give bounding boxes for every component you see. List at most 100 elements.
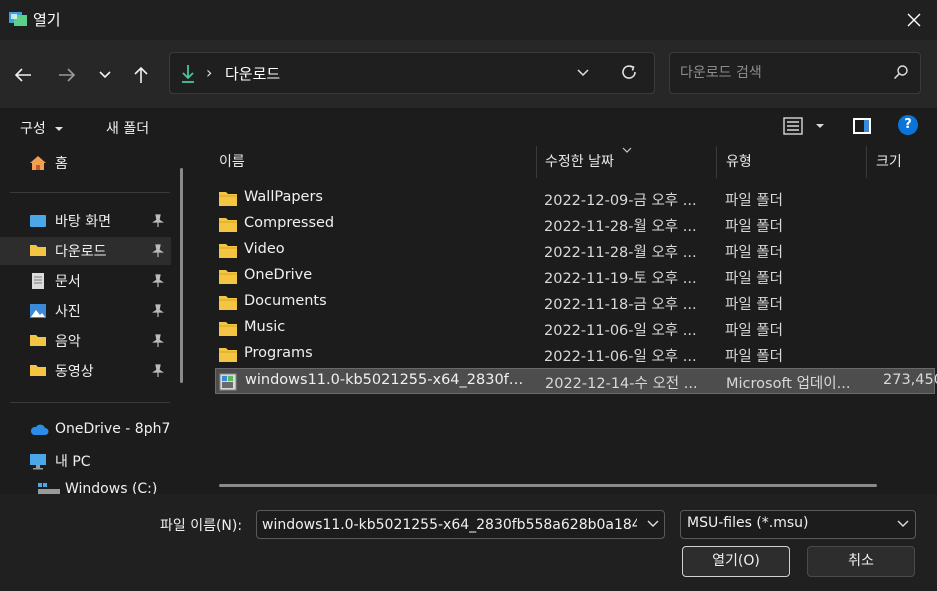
file-date: 2022-11-06-일 오후 ...	[544, 323, 697, 339]
column-header-type[interactable]: 유형	[726, 151, 752, 171]
organize-label: 구성	[20, 121, 46, 137]
file-name: Video	[244, 241, 285, 257]
file-row[interactable]: Video 2022-11-28-월 오후 ... 파일 폴더	[215, 238, 935, 264]
sidebar-item-label: 다운로드	[55, 244, 107, 260]
file-name: OneDrive	[244, 267, 313, 283]
file-row[interactable]: Compressed 2022-11-28-월 오후 ... 파일 폴더	[215, 212, 935, 238]
file-type: 파일 폴더	[725, 219, 783, 235]
forward-button[interactable]	[53, 62, 81, 88]
sidebar-item-windows-drive[interactable]: Windows (C:)	[0, 477, 171, 494]
download-icon	[182, 65, 194, 83]
pictures-icon	[30, 304, 46, 318]
pin-icon[interactable]	[152, 304, 164, 318]
chevron-down-icon[interactable]	[576, 65, 590, 79]
breadcrumb-downloads[interactable]: 다운로드	[225, 63, 280, 84]
app-icon	[9, 12, 27, 26]
search-input[interactable]	[680, 62, 880, 84]
up-button[interactable]	[127, 62, 155, 88]
search-box[interactable]	[669, 52, 921, 94]
new-folder-button[interactable]: 새 폴더	[106, 118, 149, 138]
sidebar-item-documents[interactable]: 문서	[0, 267, 171, 295]
chevron-down-icon[interactable]	[647, 519, 659, 529]
sidebar-item-onedrive[interactable]: OneDrive - 8ph7	[0, 417, 171, 445]
sidebar-item-label: Windows (C:)	[65, 481, 158, 494]
close-icon	[907, 13, 920, 27]
sidebar-item-downloads[interactable]: 다운로드	[0, 237, 171, 265]
open-button[interactable]: 열기(O)	[682, 546, 790, 577]
file-size: 273,450	[883, 372, 937, 388]
close-button[interactable]	[890, 0, 937, 40]
column-divider[interactable]	[866, 146, 867, 178]
pin-icon[interactable]	[152, 364, 164, 378]
footer-bar: 파일 이름(N): MSU-files (*.msu) 열기(O) 취소	[0, 494, 937, 591]
file-name: Music	[244, 319, 286, 335]
help-button[interactable]: ?	[898, 115, 918, 135]
file-type-filter[interactable]: MSU-files (*.msu)	[680, 510, 916, 539]
filename-label: 파일 이름(N):	[160, 518, 243, 534]
folder-icon	[219, 322, 237, 336]
sidebar-item-this-pc[interactable]: 내 PC	[0, 447, 171, 475]
drive-icon	[38, 483, 60, 494]
sidebar-item-label: 문서	[55, 274, 81, 290]
view-options-button[interactable]	[782, 116, 826, 140]
file-type: Microsoft 업데이...	[726, 376, 851, 392]
file-type-filter-value: MSU-files (*.msu)	[687, 515, 809, 531]
address-bar[interactable]: › 다운로드	[169, 52, 655, 94]
chevron-down-icon	[55, 127, 64, 131]
file-name: Compressed	[244, 215, 335, 231]
sidebar-item-pictures[interactable]: 사진	[0, 297, 171, 325]
sidebar-item-label: 바탕 화면	[55, 214, 111, 230]
refresh-icon[interactable]	[620, 63, 638, 81]
file-row[interactable]: OneDrive 2022-11-19-토 오후 ... 파일 폴더	[215, 264, 935, 290]
sidebar-item-home[interactable]: 홈	[0, 149, 171, 177]
recent-locations-button[interactable]	[91, 62, 119, 88]
column-divider[interactable]	[536, 146, 537, 178]
column-header-date[interactable]: 수정한 날짜	[545, 151, 614, 171]
sidebar-item-videos[interactable]: 동영상	[0, 357, 171, 385]
sidebar-item-label: 내 PC	[55, 454, 91, 470]
column-divider[interactable]	[716, 146, 717, 178]
navigation-pane: 홈 바탕 화면 다운로드 문서 사진 음악 동영상 OneDrive - 8ph…	[0, 146, 196, 494]
file-type: 파일 폴더	[725, 193, 783, 209]
update-package-icon	[219, 373, 237, 391]
file-name: Programs	[244, 345, 313, 361]
cloud-icon	[30, 424, 49, 435]
file-date: 2022-12-14-수 오전 ...	[545, 376, 698, 392]
pin-icon[interactable]	[152, 244, 164, 258]
file-list: 이름 수정한 날짜 유형 크기 WallPapers 2022-12-09-금 …	[196, 146, 937, 494]
folder-icon	[219, 270, 237, 284]
pin-icon[interactable]	[152, 274, 164, 288]
back-button[interactable]	[9, 62, 37, 88]
sidebar-divider	[10, 192, 170, 193]
file-row[interactable]: Programs 2022-11-06-일 오후 ... 파일 폴더	[215, 342, 935, 368]
cancel-button[interactable]: 취소	[807, 546, 915, 577]
column-header-name[interactable]: 이름	[219, 151, 245, 171]
document-icon	[32, 273, 44, 289]
folder-icon	[219, 192, 237, 206]
sidebar-item-label: 홈	[55, 156, 68, 172]
file-row[interactable]: WallPapers 2022-12-09-금 오후 ... 파일 폴더	[215, 186, 935, 212]
horizontal-scrollbar[interactable]	[219, 484, 877, 487]
file-name: WallPapers	[244, 189, 323, 205]
sort-descending-icon	[622, 147, 632, 153]
file-row[interactable]: Documents 2022-11-18-금 오후 ... 파일 폴더	[215, 290, 935, 316]
file-row-selected[interactable]: windows11.0-kb5021255-x64_2830fb5... 202…	[215, 368, 937, 394]
file-row[interactable]: Music 2022-11-06-일 오후 ... 파일 폴더	[215, 316, 935, 342]
file-type: 파일 폴더	[725, 349, 783, 365]
preview-pane-button[interactable]	[852, 116, 872, 140]
organize-button[interactable]: 구성	[20, 118, 64, 138]
arrow-up-icon	[134, 66, 148, 83]
search-icon[interactable]	[893, 64, 909, 80]
sidebar-item-music[interactable]: 음악	[0, 327, 171, 355]
column-header-size[interactable]: 크기	[876, 151, 902, 171]
filename-input[interactable]	[262, 515, 637, 535]
folder-icon	[30, 365, 46, 376]
sidebar-item-desktop[interactable]: 바탕 화면	[0, 207, 171, 235]
pin-icon[interactable]	[152, 214, 164, 228]
pin-icon[interactable]	[152, 334, 164, 348]
sidebar-divider	[10, 402, 170, 403]
folder-icon	[219, 348, 237, 362]
sidebar-scrollbar[interactable]	[180, 168, 183, 383]
filename-combobox[interactable]	[256, 510, 665, 539]
details-view-icon	[783, 117, 824, 135]
